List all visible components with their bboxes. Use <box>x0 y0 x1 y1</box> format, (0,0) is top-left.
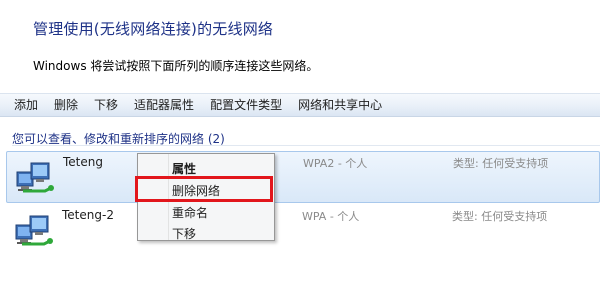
network-row[interactable]: Teteng WPA2 - 个人 类型: 任何受支持项 <box>6 151 600 203</box>
menu-item-properties[interactable]: 属性 <box>172 160 196 177</box>
add-button[interactable]: 添加 <box>6 95 46 115</box>
network-name: Teteng-2 <box>62 208 114 222</box>
group-divider <box>12 145 600 146</box>
window-description: Windows 将尝试按照下面所列的顺序连接这些网络。 <box>33 59 319 73</box>
wireless-network-icon <box>16 162 54 193</box>
network-sharing-center-button[interactable]: 网络和共享中心 <box>290 95 390 115</box>
network-security: WPA2 - 个人 <box>303 157 368 170</box>
menu-item-move-down[interactable]: 下移 <box>172 225 196 242</box>
network-security: WPA - 个人 <box>302 210 360 223</box>
network-type: 类型: 任何受支持项 <box>452 210 548 223</box>
red-highlight-box <box>135 176 273 202</box>
adapter-properties-button[interactable]: 适配器属性 <box>126 95 202 115</box>
profile-type-button[interactable]: 配置文件类型 <box>202 95 290 115</box>
delete-button[interactable]: 删除 <box>46 95 86 115</box>
window-title: 管理使用(无线网络连接)的无线网络 <box>33 20 274 38</box>
move-down-button[interactable]: 下移 <box>86 95 126 115</box>
network-row[interactable]: Teteng-2 WPA - 个人 类型: 任何受支持项 <box>6 205 600 257</box>
network-type: 类型: 任何受支持项 <box>453 157 549 170</box>
wireless-network-icon <box>15 215 53 246</box>
menu-item-rename[interactable]: 重命名 <box>172 204 208 221</box>
network-name: Teteng <box>63 155 103 169</box>
toolbar: 添加 删除 下移 适配器属性 配置文件类型 网络和共享中心 <box>0 93 600 117</box>
